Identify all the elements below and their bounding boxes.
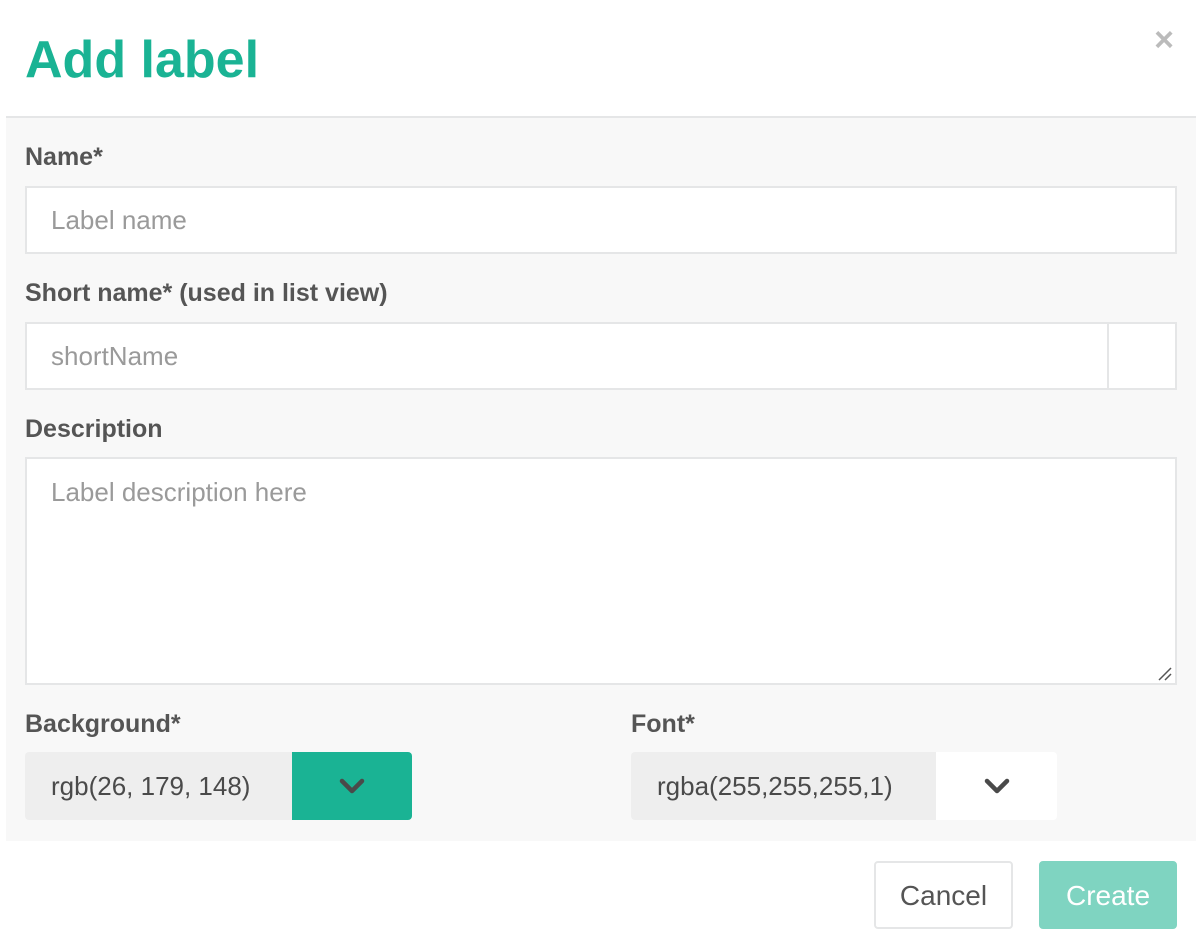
chevron-down-icon (984, 778, 1009, 794)
background-color-picker-button[interactable] (292, 752, 412, 820)
close-icon[interactable]: × (1148, 22, 1180, 58)
modal-title: Add label (25, 31, 260, 89)
modal-footer: Cancel Create (0, 841, 1200, 952)
background-label: Background* (25, 710, 181, 738)
font-color-value[interactable]: rgba(255,255,255,1) (631, 752, 937, 820)
resize-grip-icon[interactable] (1156, 665, 1172, 681)
name-label: Name* (25, 143, 103, 171)
short-name-label: Short name* (used in list view) (25, 279, 388, 307)
short-name-input[interactable] (25, 322, 1109, 390)
create-button[interactable]: Create (1039, 861, 1177, 929)
add-label-modal: Add label × Name* Short name* (used in l… (0, 0, 1200, 952)
font-color-picker-button[interactable] (936, 752, 1057, 820)
chevron-down-icon (339, 778, 365, 794)
cancel-button[interactable]: Cancel (874, 861, 1013, 929)
name-input[interactable] (25, 186, 1177, 254)
font-label: Font* (631, 710, 695, 738)
description-label: Description (25, 415, 163, 443)
description-textarea[interactable] (25, 457, 1177, 685)
background-color-value[interactable]: rgb(26, 179, 148) (25, 752, 293, 820)
modal-body: Name* Short name* (used in list view) De… (6, 116, 1196, 843)
short-name-preview-addon (1107, 322, 1177, 390)
modal-header: Add label × (0, 0, 1200, 116)
